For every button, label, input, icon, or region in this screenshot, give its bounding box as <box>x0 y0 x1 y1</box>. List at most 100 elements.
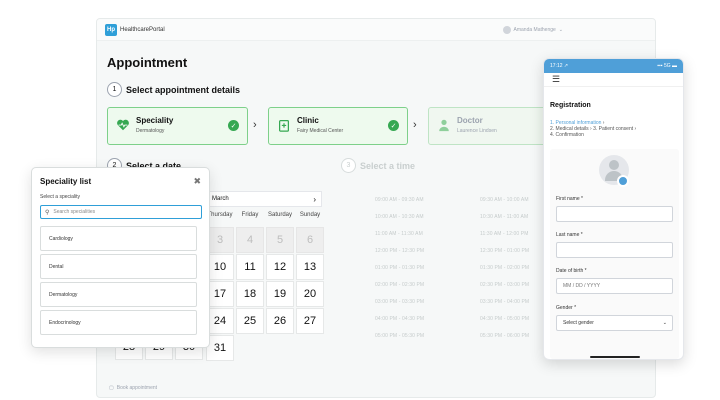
doctor-card[interactable]: Doctor Laurence Lindsen <box>428 107 558 145</box>
home-indicator <box>590 356 640 358</box>
book-appointment-label: Book appointment <box>116 385 158 391</box>
calendar-day[interactable]: 11 <box>236 254 264 280</box>
gender-select[interactable]: Select gender ⌄ <box>556 315 673 331</box>
next-month-button[interactable]: › <box>313 195 316 204</box>
speciality-card[interactable]: Speciality Dermatology ✓ <box>107 107 248 145</box>
time-slot[interactable]: 10:00 AM - 10:30 AM <box>375 214 424 220</box>
time-slot[interactable]: 12:00 PM - 12:30 PM <box>375 248 424 254</box>
time-slot[interactable]: 12:30 PM - 01:00 PM <box>480 248 529 254</box>
hamburger-menu-icon[interactable]: ☰ <box>544 73 683 87</box>
first-name-field[interactable] <box>556 206 673 222</box>
check-icon: ✓ <box>228 120 239 131</box>
user-menu[interactable]: Amanda Mathenge ⌄ <box>502 25 563 34</box>
speciality-option[interactable]: Dermatology <box>40 282 197 307</box>
chevron-right-icon: › <box>253 119 257 131</box>
clinic-card-value: Fairy Medical Center <box>297 128 344 134</box>
screenshot-stage: Hp HealthcarePortal Amanda Mathenge ⌄ Ap… <box>0 0 720 400</box>
time-slot[interactable]: 04:00 PM - 04:30 PM <box>375 316 424 322</box>
first-name-label: First name * <box>556 196 583 202</box>
book-appointment-link[interactable]: ▢ Book appointment <box>109 385 157 391</box>
doctor-card-title: Doctor <box>457 116 483 125</box>
step-3-label: Select a time <box>360 160 416 171</box>
chevron-down-icon: ⌄ <box>662 320 667 326</box>
day-of-week: Saturday <box>267 212 292 218</box>
calendar-day[interactable]: 24 <box>206 308 234 334</box>
clinic-card-title: Clinic <box>297 116 319 125</box>
calendar-day[interactable]: 13 <box>296 254 324 280</box>
dob-field[interactable]: MM / DD / YYYY <box>556 278 673 294</box>
time-slot[interactable]: 02:00 PM - 02:30 PM <box>375 282 424 288</box>
time-slot[interactable]: 03:00 PM - 03:30 PM <box>375 299 424 305</box>
phone-status-bar: 17:12 ↗ ▪▪▪ 5G ▬ <box>544 59 683 73</box>
calendar-icon: ▢ <box>109 385 114 391</box>
search-icon: ⚲ <box>45 209 50 216</box>
mobile-registration-screen: 17:12 ↗ ▪▪▪ 5G ▬ ☰ Registration 1. Perso… <box>543 58 684 360</box>
calendar-day[interactable]: 10 <box>206 254 234 280</box>
dob-label: Date of birth * <box>556 268 587 274</box>
camera-icon[interactable] <box>617 175 629 187</box>
top-bar: Hp HealthcarePortal Amanda Mathenge ⌄ <box>97 19 655 41</box>
calendar-day[interactable]: 17 <box>206 281 234 307</box>
time-slot[interactable]: 10:30 AM - 11:00 AM <box>480 214 528 220</box>
calendar-month: March <box>212 196 229 202</box>
time-slot[interactable]: 04:30 PM - 05:00 PM <box>480 316 529 322</box>
calendar-day[interactable]: 31 <box>206 335 234 361</box>
clinic-icon <box>279 120 289 132</box>
speciality-option[interactable]: Dental <box>40 254 197 279</box>
step-patient-consent[interactable]: 3. Patient consent <box>593 126 633 132</box>
clinic-card[interactable]: Clinic Fairy Medical Center ✓ <box>268 107 408 145</box>
last-name-label: Last name * <box>556 232 583 238</box>
calendar-day[interactable]: 25 <box>236 308 264 334</box>
calendar-day[interactable]: 12 <box>266 254 294 280</box>
speciality-search-input[interactable]: ⚲ Search specialities <box>40 205 202 219</box>
search-placeholder: Search specialities <box>53 209 96 215</box>
time-slot[interactable]: 02:30 PM - 03:00 PM <box>480 282 529 288</box>
calendar-day[interactable]: 19 <box>266 281 294 307</box>
time-slot[interactable]: 03:30 PM - 04:00 PM <box>480 299 529 305</box>
calendar-day: 4 <box>236 227 264 253</box>
gender-select-value: Select gender <box>563 320 594 326</box>
heart-pulse-icon <box>117 119 129 131</box>
calendar-header: March › <box>206 191 322 207</box>
calendar-day: 3 <box>206 227 234 253</box>
day-of-week: Friday <box>241 212 259 218</box>
speciality-select-label: Select a speciality <box>40 194 81 200</box>
calendar-day[interactable]: 27 <box>296 308 324 334</box>
signal-icon: ▪▪▪ 5G ▬ <box>657 63 677 69</box>
doctor-card-value: Laurence Lindsen <box>457 128 497 134</box>
time-slot[interactable]: 09:00 AM - 09:30 AM <box>375 197 424 203</box>
calendar-day[interactable]: 26 <box>266 308 294 334</box>
step-confirmation[interactable]: 4. Confirmation <box>550 132 584 138</box>
page-title: Appointment <box>107 55 188 70</box>
time-slot[interactable]: 01:00 PM - 01:30 PM <box>375 265 424 271</box>
calendar-day[interactable]: 20 <box>296 281 324 307</box>
speciality-option[interactable]: Cardiology <box>40 226 197 251</box>
chevron-right-icon: › <box>413 119 417 131</box>
dialog-title: Speciality list <box>40 177 92 186</box>
avatar <box>502 25 511 34</box>
calendar-day: 6 <box>296 227 324 253</box>
chevron-down-icon: ⌄ <box>558 26 563 33</box>
time-slot[interactable]: 05:00 PM - 05:30 PM <box>375 333 424 339</box>
last-name-field[interactable] <box>556 242 673 258</box>
speciality-card-value: Dermatology <box>136 128 165 134</box>
check-icon: ✓ <box>388 120 399 131</box>
time-slot[interactable]: 09:30 AM - 10:00 AM <box>480 197 529 203</box>
speciality-option[interactable]: Endocrinology <box>40 310 197 335</box>
phone-time: 17:12 ↗ <box>550 63 569 69</box>
time-slot[interactable]: 05:30 PM - 06:00 PM <box>480 333 529 339</box>
app-logo[interactable]: Hp <box>105 23 117 36</box>
calendar-day[interactable]: 18 <box>236 281 264 307</box>
app-name[interactable]: HealthcarePortal <box>120 27 165 33</box>
step-3-header: 3 Select a time <box>341 158 415 173</box>
time-slot[interactable]: 01:30 PM - 02:00 PM <box>480 265 529 271</box>
speciality-card-title: Speciality <box>136 116 174 125</box>
avatar-head <box>609 160 619 170</box>
step-1-number: 1 <box>107 82 122 97</box>
registration-steps: 1. Personal information › 2. Medical det… <box>550 120 637 138</box>
time-slot[interactable]: 11:30 AM - 12:00 PM <box>480 231 529 237</box>
speciality-list-dialog: Speciality list ✖ Select a speciality ⚲ … <box>31 167 210 348</box>
registration-title: Registration <box>550 102 591 109</box>
close-icon[interactable]: ✖ <box>193 176 201 187</box>
time-slot[interactable]: 11:00 AM - 11:30 AM <box>375 231 423 237</box>
